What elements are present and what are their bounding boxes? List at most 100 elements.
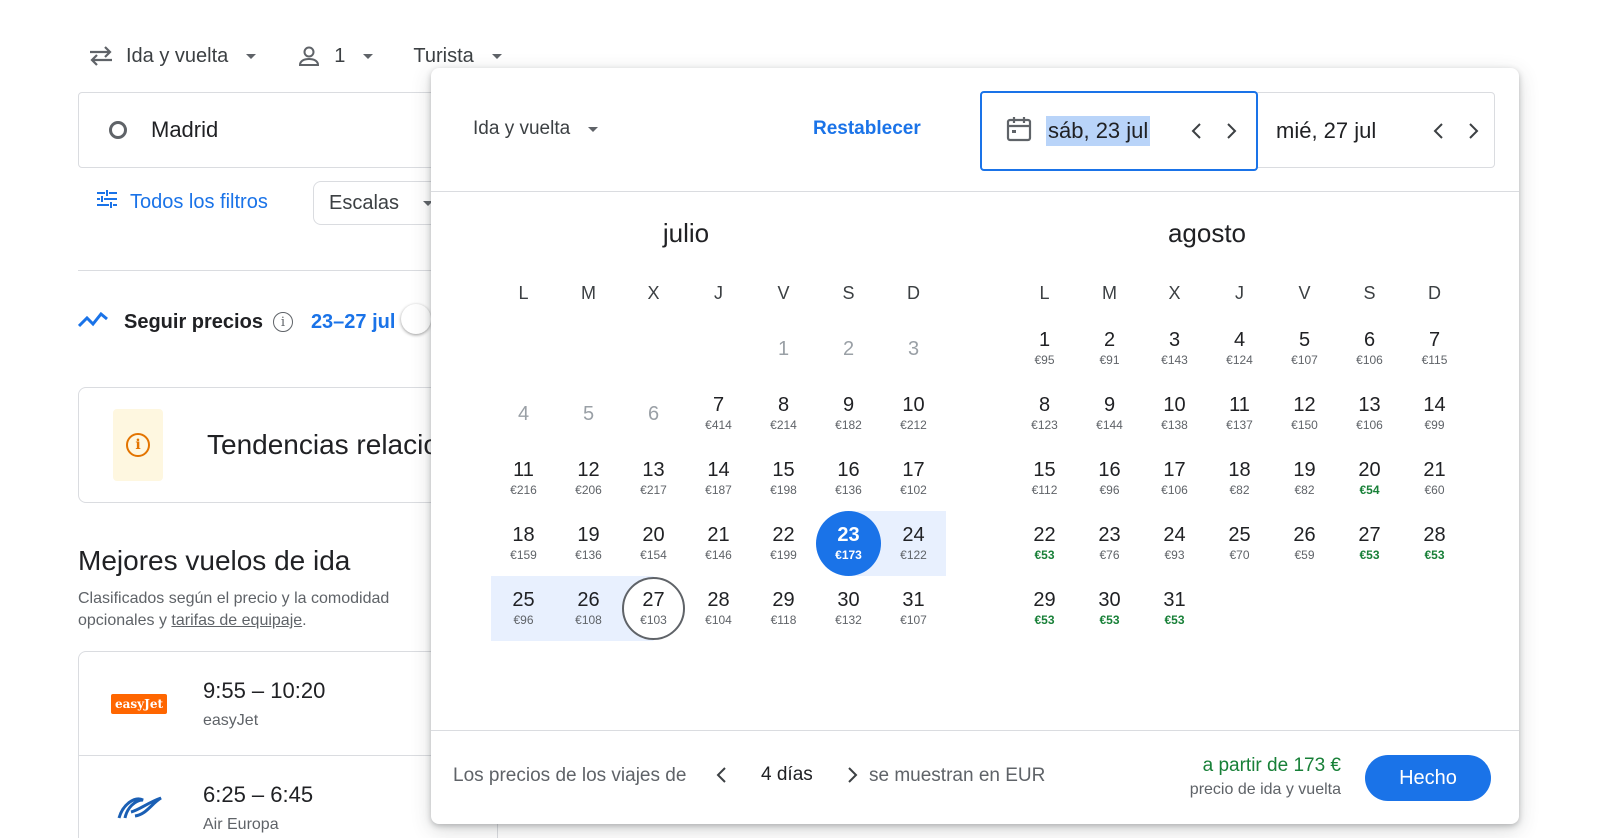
all-filters-button[interactable]: Todos los filtros [96, 189, 268, 215]
day-price: €70 [1229, 548, 1250, 562]
calendar-day[interactable]: 20 €54 [1337, 446, 1402, 511]
trip-type-dropdown[interactable]: Ida y vuelta [88, 43, 257, 69]
calendar-day: 5 [556, 381, 621, 446]
calendar-day[interactable]: 21 €60 [1402, 446, 1467, 511]
calendar-day[interactable]: 27 €53 [1337, 511, 1402, 576]
calendar-day[interactable]: 9 €182 [816, 381, 881, 446]
day-number: 15 [1033, 459, 1056, 481]
calendar-day[interactable]: 18 €82 [1207, 446, 1272, 511]
trip-duration: 4 días [761, 764, 813, 785]
calendar-day[interactable]: 12 €150 [1272, 381, 1337, 446]
calendar-day[interactable]: 27 €103 [621, 576, 686, 641]
return-date-field[interactable]: mié, 27 jul [1276, 93, 1496, 169]
calendar-day[interactable]: 14 €99 [1402, 381, 1467, 446]
month-title: agosto [1167, 218, 1247, 248]
calendar-day[interactable]: 24 €122 [881, 511, 946, 576]
flight-airline: easyJet [203, 711, 259, 729]
calendar-day[interactable]: 16 €136 [816, 446, 881, 511]
calendar-day[interactable]: 25 €70 [1207, 511, 1272, 576]
track-prices-toggle[interactable] [401, 304, 431, 334]
calendar-day[interactable]: 7 €414 [686, 381, 751, 446]
calendar-day[interactable]: 15 €112 [1012, 446, 1077, 511]
calendar-day[interactable]: 13 €106 [1337, 381, 1402, 446]
day-number: 29 [772, 589, 795, 611]
chevron-down-icon [588, 126, 599, 132]
calendar-day[interactable]: 30 €132 [816, 576, 881, 641]
reset-button[interactable]: Restablecer [813, 118, 921, 140]
best-flights-title: Mejores vuelos de ida [78, 545, 351, 576]
calendar-day[interactable]: 28 €53 [1402, 511, 1467, 576]
calendar-day[interactable]: 15 €198 [751, 446, 816, 511]
calendar-day[interactable]: 17 €102 [881, 446, 946, 511]
calendar-day[interactable]: 31 €107 [881, 576, 946, 641]
calendar-day[interactable]: 11 €216 [491, 446, 556, 511]
calendar-day: 2 [816, 316, 881, 381]
cabin-class-dropdown[interactable]: Turista [413, 45, 502, 68]
calendar-day[interactable]: 9 €144 [1077, 381, 1142, 446]
increase-duration-button[interactable] [835, 757, 871, 793]
air-europa-logo [111, 788, 167, 828]
calendar-day[interactable]: 21 €146 [686, 511, 751, 576]
calendar-day[interactable]: 10 €138 [1142, 381, 1207, 446]
calendar-day[interactable]: 19 €136 [556, 511, 621, 576]
calendar-day[interactable]: 1 €95 [1012, 316, 1077, 381]
calendar-day[interactable]: 8 €123 [1012, 381, 1077, 446]
day-number: 4 [517, 402, 530, 425]
calendar-day[interactable]: 25 €96 [491, 576, 556, 641]
weekday-label: M [1102, 283, 1117, 303]
calendar-day[interactable]: 11 €137 [1207, 381, 1272, 446]
next-day-button[interactable] [1456, 113, 1492, 149]
calendar-day[interactable]: 22 €199 [751, 511, 816, 576]
day-number: 1 [777, 337, 790, 360]
calendar-day[interactable]: 19 €82 [1272, 446, 1337, 511]
calendar-day[interactable]: 5 €107 [1272, 316, 1337, 381]
calendar-day[interactable]: 8 €214 [751, 381, 816, 446]
calendar-day[interactable]: 13 €217 [621, 446, 686, 511]
popup-trip-type-dropdown[interactable]: Ida y vuelta [473, 118, 599, 140]
baggage-fees-link[interactable]: tarifas de equipaje [171, 612, 302, 629]
calendar-day[interactable]: 4 €124 [1207, 316, 1272, 381]
calendar-day[interactable]: 3 €143 [1142, 316, 1207, 381]
calendar-day[interactable]: 7 €115 [1402, 316, 1467, 381]
calendar-day[interactable]: 14 €187 [686, 446, 751, 511]
day-number: 2 [1103, 329, 1116, 351]
departure-date-field[interactable]: sáb, 23 jul [980, 91, 1258, 171]
day-number: 12 [1293, 394, 1316, 416]
day-number: 2 [842, 337, 855, 360]
calendar-day[interactable]: 23 €173 [816, 511, 881, 576]
calendar-day[interactable]: 18 €159 [491, 511, 556, 576]
calendar-day[interactable]: 31 €53 [1142, 576, 1207, 641]
next-day-button[interactable] [1214, 113, 1250, 149]
calendar-day[interactable]: 16 €96 [1077, 446, 1142, 511]
calendar-day[interactable]: 6 €106 [1337, 316, 1402, 381]
calendar-day[interactable]: 22 €53 [1012, 511, 1077, 576]
calendar-day[interactable]: 29 €53 [1012, 576, 1077, 641]
calendar-day[interactable]: 2 €91 [1077, 316, 1142, 381]
decrease-duration-button[interactable] [703, 757, 739, 793]
calendar-day[interactable]: 28 €104 [686, 576, 751, 641]
days-grid: 1 €95 2 €91 3 €143 4 €124 5 €107 6 €106 7 €115 8 €123 9 €… [1012, 316, 1467, 641]
price-summary: a partir de 173 € precio de ida y vuelta [1190, 755, 1341, 799]
date-picker-footer: Los precios de los viajes de 4 días se m… [431, 730, 1519, 824]
calendar-day[interactable]: 20 €154 [621, 511, 686, 576]
day-price: €59 [1294, 548, 1315, 562]
calendar-day[interactable]: 26 €59 [1272, 511, 1337, 576]
info-icon[interactable]: i [272, 312, 293, 332]
calendar-day[interactable]: 24 €93 [1142, 511, 1207, 576]
calendar-day[interactable]: 26 €108 [556, 576, 621, 641]
previous-day-button[interactable] [1178, 113, 1214, 149]
previous-day-button[interactable] [1420, 113, 1456, 149]
calendar-day[interactable]: 23 €76 [1077, 511, 1142, 576]
calendar-day[interactable]: 10 €212 [881, 381, 946, 446]
price-note: precio de ida y vuelta [1189, 781, 1341, 798]
day-number: 4 [1233, 329, 1246, 351]
return-date-value: mié, 27 jul [1276, 118, 1377, 143]
stops-filter-button[interactable]: Escalas [313, 181, 443, 225]
passengers-dropdown[interactable]: 1 [296, 43, 374, 69]
calendar-day[interactable]: 12 €206 [556, 446, 621, 511]
calendar-day[interactable]: 29 €118 [751, 576, 816, 641]
calendar-day[interactable]: 30 €53 [1077, 576, 1142, 641]
calendar-day[interactable]: 17 €106 [1142, 446, 1207, 511]
done-button[interactable]: Hecho [1365, 755, 1491, 801]
day-price: €144 [1096, 418, 1123, 432]
